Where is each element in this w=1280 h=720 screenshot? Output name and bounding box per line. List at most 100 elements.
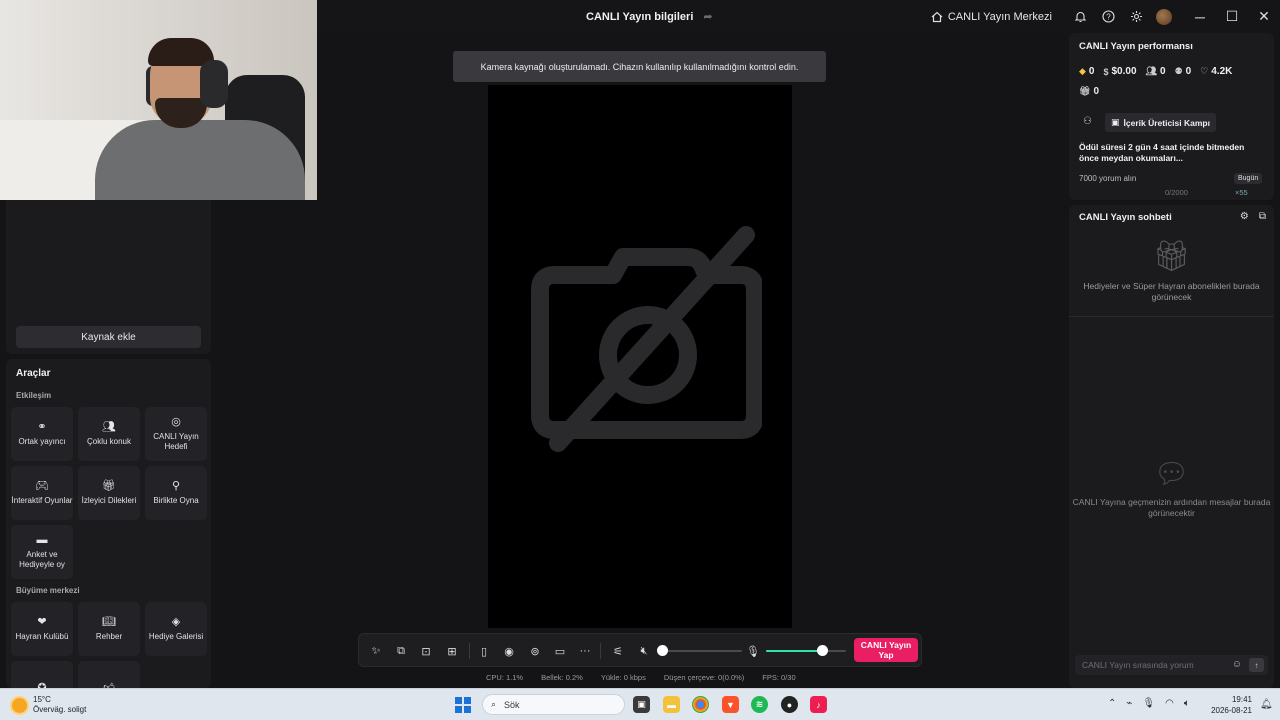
likes-metric: ♡ 4.2K	[1200, 66, 1233, 77]
help-icon[interactable]: ?	[1095, 4, 1121, 30]
fps-stat: FPS: 0/30	[762, 673, 796, 682]
chat-divider	[1069, 316, 1274, 317]
tool-extra-2[interactable]: 👍︎	[78, 661, 140, 688]
book-icon: ▣	[1111, 117, 1120, 127]
dropped-frames-stat: Düşen çerçeve: 0(0.0%)	[663, 673, 745, 682]
earnings-metric: $ $0.00	[1103, 66, 1137, 77]
upload-stat: Yükle: 0 kbps	[600, 673, 646, 682]
diamonds-metric: ◆ 0	[1079, 66, 1095, 77]
reward-text[interactable]: Ödül süresi 2 gün 4 saat içinde bitmeden…	[1079, 142, 1264, 164]
title-group[interactable]: CANLI Yayın bilgileri ➦	[586, 10, 713, 24]
file-explorer-icon[interactable]: ▬	[663, 696, 680, 713]
search-icon: ⌕	[491, 699, 497, 709]
tool-co-host[interactable]: ⚭ Ortak yayıncı	[11, 407, 73, 461]
settings-gear-icon[interactable]	[1123, 4, 1149, 30]
system-clock[interactable]: 19:41 2026-08-21	[1204, 694, 1252, 716]
tool-extra-1[interactable]: ✪	[11, 661, 73, 688]
gamepad-icon: 🎮︎	[35, 479, 49, 492]
volume-icon[interactable]: 🔈︎	[1184, 698, 1190, 709]
link-icon: ⚭	[37, 420, 47, 433]
volume-slider[interactable]	[662, 650, 742, 652]
spotify-icon[interactable]: ≋	[751, 696, 768, 713]
tool-label: Ortak yayıncı	[18, 436, 66, 446]
tool-interactive-games[interactable]: 🎮︎ İnteraktif Oyunlar	[11, 466, 73, 520]
tool-multi-guest[interactable]: 👥︎ Çoklu konuk	[78, 407, 140, 461]
record-icon[interactable]: ◉	[500, 642, 518, 660]
chrome-icon[interactable]	[692, 696, 709, 713]
taskbar-search[interactable]: ⌕ Sök	[482, 694, 625, 715]
tools-title: Araçlar	[16, 368, 51, 379]
chat-input[interactable]: CANLI Yayın sırasında yorum ☺ ↑	[1075, 655, 1268, 675]
tool-label: Rehber	[95, 631, 123, 641]
task-view-icon[interactable]: ▣	[633, 696, 650, 713]
chevron-up-icon[interactable]: ⌃	[1108, 698, 1116, 709]
svg-text:?: ?	[1106, 12, 1111, 21]
tiktok-live-icon[interactable]: ♪	[810, 696, 827, 713]
gift-icon: 🎁︎	[102, 479, 116, 492]
add-source-button[interactable]: Kaynak ekle	[16, 326, 201, 348]
tool-play-together[interactable]: ⚲ Birlikte Oyna	[145, 466, 207, 520]
go-live-button[interactable]: CANLI Yayın Yap	[854, 638, 918, 662]
heart-icon: ❤︎	[37, 615, 47, 628]
brave-icon[interactable]: ▼	[722, 696, 739, 713]
creator-camp-button[interactable]: ▣ İçerik Üreticisi Kampı	[1105, 113, 1216, 132]
live-center-link[interactable]: CANLI Yayın Merkezi	[931, 11, 1052, 23]
tool-poll[interactable]: ▬ Anket ve Hediyeyle oy	[11, 525, 73, 579]
camera-effects-icon[interactable]: ⊡	[417, 642, 435, 660]
user-avatar[interactable]	[1156, 8, 1172, 25]
obs-icon[interactable]: ●	[781, 696, 798, 713]
notification-center-icon[interactable]: 🔔︎	[1260, 699, 1273, 710]
network-icon[interactable]: ⌁	[1126, 698, 1132, 709]
tool-live-goal[interactable]: ◎ CANLI Yayın Hedefi	[145, 407, 207, 461]
send-icon[interactable]: ↑	[1249, 658, 1264, 672]
share-icon[interactable]: ➦	[703, 10, 712, 23]
emoji-icon[interactable]: ☺	[1232, 659, 1242, 670]
windows-start-icon[interactable]	[455, 697, 471, 713]
popout-icon[interactable]: ⧉	[1259, 211, 1266, 222]
tool-gift-gallery[interactable]: ◈ Hediye Galerisi	[145, 602, 207, 656]
creator-icon[interactable]: ⚇	[1083, 116, 1092, 127]
close-button[interactable]: ✕	[1248, 0, 1280, 33]
wifi-icon[interactable]: ◠	[1165, 698, 1174, 709]
stream-info-title[interactable]: CANLI Yayın bilgileri	[586, 11, 693, 23]
tool-viewer-wishes[interactable]: 🎁︎ İzleyici Dilekleri	[78, 466, 140, 520]
sources-panel: Kaynak ekle	[6, 200, 211, 354]
clock-time: 19:41	[1231, 695, 1252, 704]
performance-panel: CANLI Yayın performansı ◆ 0 $ $0.00 👥︎ 0 ⚉ 0…	[1069, 33, 1274, 200]
heart-outline-icon: ♡	[1200, 66, 1209, 76]
tool-label: CANLI Yayın Hedefi	[153, 431, 199, 451]
screen-share-icon[interactable]: ⧉	[392, 642, 410, 660]
follower-icon: ⚉	[1174, 66, 1183, 76]
stream-toolbar: ✨︎ ⧉ ⊡ ⊞ ▯ ◉ ⊚ ▭ ··· ⚟ 🔇︎ 🎙︎ CANLI Yayın…	[358, 633, 922, 667]
microphone-icon[interactable]: 🎙︎	[744, 642, 762, 660]
mic-level-fill	[766, 650, 822, 652]
add-scene-icon[interactable]: ⊞	[443, 642, 461, 660]
today-badge: Bugün	[1234, 173, 1263, 184]
mic-tray-icon[interactable]: 🎙︎	[1142, 698, 1155, 709]
tool-guide[interactable]: 📖︎ Rehber	[78, 602, 140, 656]
performance-metrics: ◆ 0 $ $0.00 👥︎ 0 ⚉ 0 ♡ 4.2K	[1079, 66, 1232, 77]
replay-icon[interactable]: ⊚	[526, 642, 544, 660]
speaker-muted-icon[interactable]: 🔇︎	[635, 642, 653, 660]
video-camera-icon[interactable]: ▭	[551, 642, 569, 660]
notifications-icon[interactable]	[1067, 4, 1093, 30]
stream-stats: CPU: 1.1% Bellek: 0.2% Yükle: 0 kbps Düş…	[486, 673, 796, 682]
chat-settings-icon[interactable]: ⚙︎	[1240, 211, 1249, 222]
mic-knob[interactable]	[817, 645, 828, 656]
task-label: 7000 yorum alın	[1079, 174, 1137, 183]
more-options-icon[interactable]: ···	[576, 642, 594, 660]
sun-icon	[12, 697, 27, 713]
weather-widget[interactable]: 15°C Överväg. soligt	[12, 695, 86, 715]
minimize-button[interactable]: ─	[1184, 0, 1216, 33]
audio-settings-icon[interactable]: ⚟	[609, 642, 627, 660]
maximize-button[interactable]: ☐	[1216, 0, 1248, 33]
weather-temp: 15°C	[33, 695, 51, 704]
dollar-icon: $	[1103, 66, 1109, 77]
weather-desc: Överväg. soligt	[33, 705, 87, 714]
mobile-icon[interactable]: ▯	[475, 642, 493, 660]
windows-taskbar: 15°C Överväg. soligt ⌕ Sök ▣ ▬ ▼ ≋ ● ♪ ⌃…	[0, 688, 1280, 720]
volume-knob[interactable]	[657, 645, 668, 656]
tool-fan-club[interactable]: ❤︎ Hayran Kulübü	[11, 602, 73, 656]
magic-wand-icon[interactable]: ✨︎	[367, 642, 385, 660]
tool-label: Hayran Kulübü	[15, 631, 69, 641]
